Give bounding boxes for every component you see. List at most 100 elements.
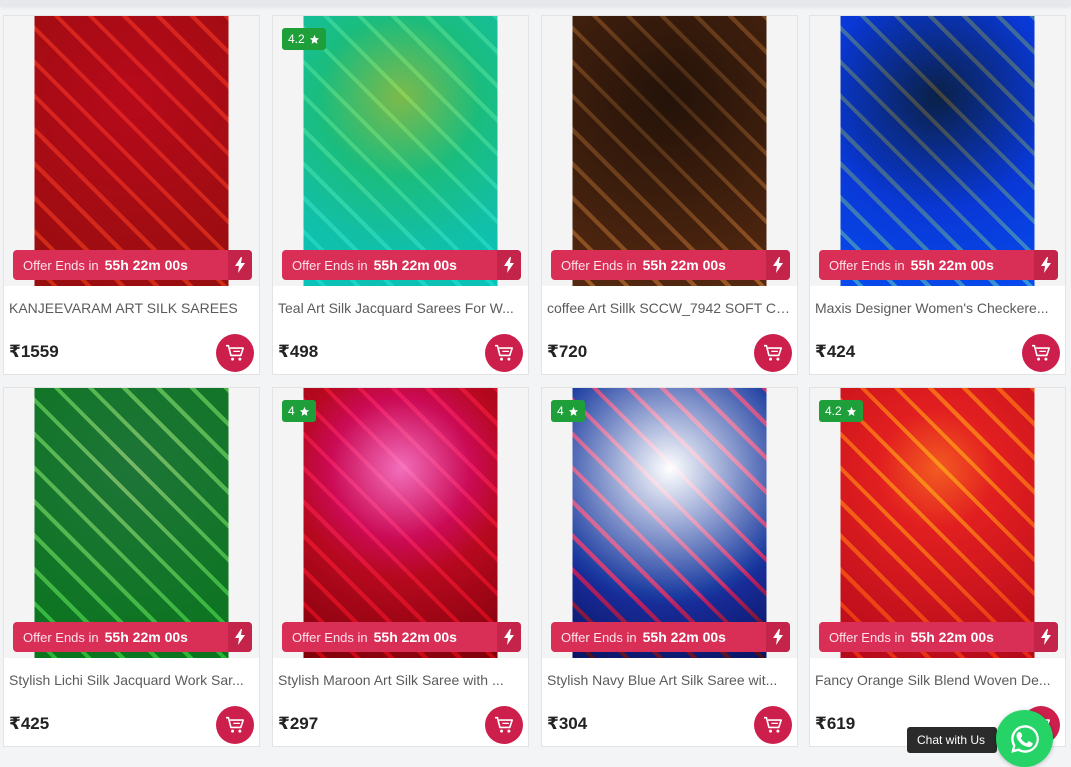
rating-value: 4.2 [825, 404, 842, 418]
product-card[interactable]: 4.2 Offer Ends in 55h 22m 00s Teal Art Silk… [272, 15, 529, 375]
offer-countdown: 55h 22m 00s [104, 257, 188, 273]
product-price: ₹498 [278, 342, 319, 361]
add-to-cart-button[interactable] [1022, 334, 1060, 372]
product-photo [273, 16, 528, 286]
offer-banner: Offer Ends in 55h 22m 00s [13, 622, 252, 652]
offer-label: Offer Ends in [561, 629, 637, 645]
offer-banner: Offer Ends in 55h 22m 00s [551, 250, 790, 280]
offer-label: Offer Ends in [829, 257, 905, 273]
lightning-icon [766, 622, 790, 652]
product-name[interactable]: Fancy Orange Silk Blend Woven De... [815, 672, 1059, 688]
cart-icon [1031, 344, 1051, 362]
product-name[interactable]: coffee Art Sillk SCCW_7942 SOFT Cr... [547, 300, 791, 316]
product-card[interactable]: 4 Offer Ends in 55h 22m 00s Stylish Navy Bl… [541, 387, 798, 747]
product-name[interactable]: Stylish Navy Blue Art Silk Saree wit... [547, 672, 791, 688]
rating-badge: 4.2 [819, 400, 863, 422]
offer-banner: Offer Ends in 55h 22m 00s [282, 622, 521, 652]
product-image[interactable]: 4.2 Offer Ends in 55h 22m 00s [810, 388, 1065, 658]
product-image[interactable]: Offer Ends in 55h 22m 00s [810, 16, 1065, 286]
add-to-cart-button[interactable] [754, 334, 792, 372]
product-card[interactable]: Offer Ends in 55h 22m 00s Stylish Lichi Si… [3, 387, 260, 747]
star-icon [299, 406, 310, 417]
lightning-icon [497, 622, 521, 652]
product-price: ₹304 [547, 714, 588, 733]
star-icon [568, 406, 579, 417]
product-name[interactable]: Maxis Designer Women's Checkere... [815, 300, 1059, 316]
product-price: ₹1559 [9, 342, 59, 361]
add-to-cart-button[interactable] [216, 706, 254, 744]
offer-label: Offer Ends in [561, 257, 637, 273]
offer-countdown: 55h 22m 00s [642, 257, 726, 273]
product-price: ₹424 [815, 342, 856, 361]
cart-icon [225, 344, 245, 362]
rating-badge: 4.2 [282, 28, 326, 50]
chat-label[interactable]: Chat with Us [907, 727, 998, 753]
offer-label: Offer Ends in [829, 629, 905, 645]
lightning-icon [766, 250, 790, 280]
product-price: ₹619 [815, 714, 856, 733]
product-card[interactable]: Offer Ends in 55h 22m 00s Maxis Designer W… [809, 15, 1066, 375]
product-price: ₹425 [9, 714, 50, 733]
lightning-icon [1034, 622, 1058, 652]
rating-value: 4.2 [288, 32, 305, 46]
offer-banner: Offer Ends in 55h 22m 00s [551, 622, 790, 652]
product-name[interactable]: Stylish Maroon Art Silk Saree with ... [278, 672, 522, 688]
lightning-icon [497, 250, 521, 280]
lightning-icon [228, 622, 252, 652]
add-to-cart-button[interactable] [485, 334, 523, 372]
offer-label: Offer Ends in [23, 257, 99, 273]
product-photo [542, 388, 797, 658]
product-photo [4, 16, 259, 286]
product-card[interactable]: 4.2 Offer Ends in 55h 22m 00s Fancy Orange … [809, 387, 1066, 747]
rating-badge: 4 [282, 400, 316, 422]
product-name[interactable]: KANJEEVARAM ART SILK SAREES [9, 300, 253, 316]
offer-countdown: 55h 22m 00s [642, 629, 726, 645]
product-card[interactable]: 4 Offer Ends in 55h 22m 00s Stylish Maroon … [272, 387, 529, 747]
add-to-cart-button[interactable] [485, 706, 523, 744]
offer-countdown: 55h 22m 00s [104, 629, 188, 645]
product-photo [810, 388, 1065, 658]
star-icon [846, 406, 857, 417]
product-image[interactable]: Offer Ends in 55h 22m 00s [4, 16, 259, 286]
add-to-cart-button[interactable] [754, 706, 792, 744]
offer-banner: Offer Ends in 55h 22m 00s [819, 250, 1058, 280]
product-photo [4, 388, 259, 658]
cart-icon [763, 344, 783, 362]
product-card[interactable]: Offer Ends in 55h 22m 00s coffee Art Sillk… [541, 15, 798, 375]
rating-value: 4 [557, 404, 564, 418]
lightning-icon [228, 250, 252, 280]
product-name[interactable]: Stylish Lichi Silk Jacquard Work Sar... [9, 672, 253, 688]
product-image[interactable]: 4.2 Offer Ends in 55h 22m 00s [273, 16, 528, 286]
product-image[interactable]: Offer Ends in 55h 22m 00s [4, 388, 259, 658]
product-image[interactable]: Offer Ends in 55h 22m 00s [542, 16, 797, 286]
product-image[interactable]: 4 Offer Ends in 55h 22m 00s [273, 388, 528, 658]
offer-countdown: 55h 22m 00s [910, 629, 994, 645]
product-name[interactable]: Teal Art Silk Jacquard Sarees For W... [278, 300, 522, 316]
cart-icon [225, 716, 245, 734]
product-image[interactable]: 4 Offer Ends in 55h 22m 00s [542, 388, 797, 658]
offer-banner: Offer Ends in 55h 22m 00s [819, 622, 1058, 652]
offer-label: Offer Ends in [292, 629, 368, 645]
offer-countdown: 55h 22m 00s [910, 257, 994, 273]
whatsapp-button[interactable] [996, 710, 1053, 767]
cart-icon [494, 716, 514, 734]
offer-banner: Offer Ends in 55h 22m 00s [13, 250, 252, 280]
offer-countdown: 55h 22m 00s [373, 257, 457, 273]
product-photo [273, 388, 528, 658]
rating-value: 4 [288, 404, 295, 418]
offer-label: Offer Ends in [292, 257, 368, 273]
offer-banner: Offer Ends in 55h 22m 00s [282, 250, 521, 280]
product-photo [810, 16, 1065, 286]
offer-label: Offer Ends in [23, 629, 99, 645]
star-icon [309, 34, 320, 45]
cart-icon [763, 716, 783, 734]
whatsapp-icon [1010, 724, 1039, 753]
rating-badge: 4 [551, 400, 585, 422]
product-photo [542, 16, 797, 286]
product-price: ₹297 [278, 714, 319, 733]
add-to-cart-button[interactable] [216, 334, 254, 372]
cart-icon [494, 344, 514, 362]
lightning-icon [1034, 250, 1058, 280]
offer-countdown: 55h 22m 00s [373, 629, 457, 645]
product-card[interactable]: Offer Ends in 55h 22m 00s KANJEEVARAM ART … [3, 15, 260, 375]
